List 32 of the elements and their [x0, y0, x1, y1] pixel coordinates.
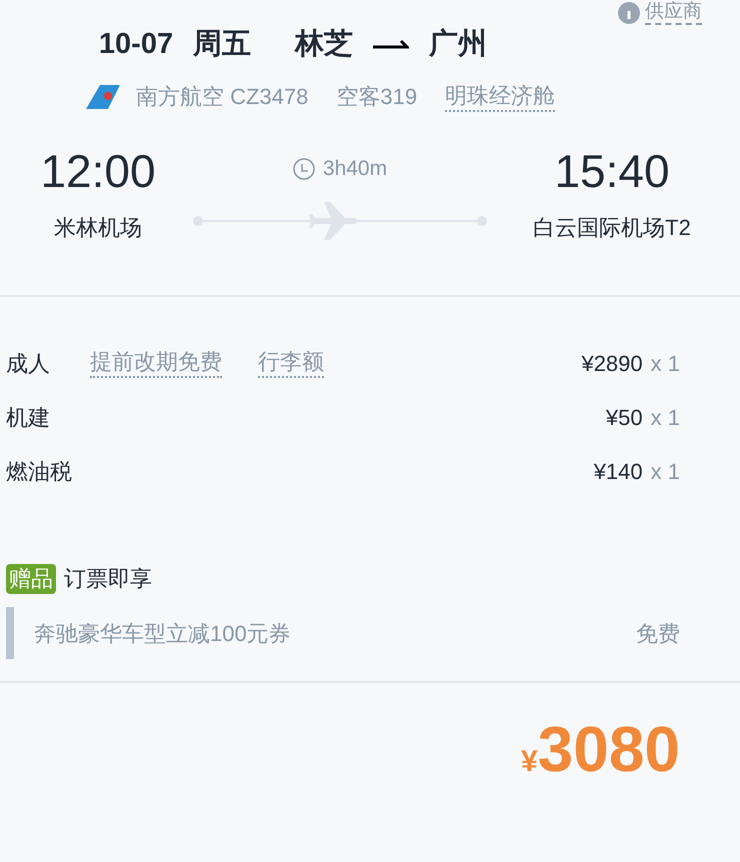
coupon-name: 奔驰豪华车型立减100元券	[34, 620, 291, 648]
supplier-link[interactable]: 供应商	[645, 1, 702, 25]
fare-rule-link[interactable]: 提前改期免费	[90, 348, 222, 378]
coupon-price: 免费	[636, 620, 680, 648]
fare-rule-link[interactable]: 行李额	[258, 348, 324, 378]
fare-quantity: x 1	[650, 350, 680, 378]
fare-item-name: 燃油税	[6, 458, 73, 486]
gift-badge: 赠品	[6, 564, 56, 594]
total-price: 3080	[538, 712, 680, 787]
cabin-class-link[interactable]: 明珠经济舱	[445, 82, 556, 112]
arrival-airport: 白云国际机场T2	[533, 214, 691, 242]
fare-quantity: x 1	[650, 458, 680, 486]
origin-city: 林芝	[295, 27, 354, 62]
fare-item-name: 机建	[6, 404, 51, 432]
fare-price: ¥50	[606, 404, 643, 432]
flight-date: 10-07	[98, 27, 174, 62]
destination-city: 广州	[429, 27, 488, 62]
fare-item-name: 成人	[6, 350, 51, 378]
flight-duration: 3h40m	[322, 156, 388, 182]
fare-price: ¥140	[594, 458, 643, 486]
fare-quantity: x 1	[650, 404, 680, 432]
clock-icon	[292, 158, 315, 180]
airline-logo-icon	[86, 84, 120, 108]
arrival-time: 15:40	[554, 144, 670, 199]
currency-symbol: ¥	[520, 744, 538, 780]
flight-weekday: 周五	[193, 27, 252, 62]
aircraft-type: 空客319	[336, 83, 418, 111]
gift-title: 订票即享	[64, 565, 152, 593]
fare-price: ¥2890	[581, 350, 643, 378]
departure-time: 12:00	[40, 144, 156, 199]
departure-airport: 米林机场	[54, 214, 142, 242]
airline-flight-number: 南方航空 CZ3478	[136, 83, 308, 111]
